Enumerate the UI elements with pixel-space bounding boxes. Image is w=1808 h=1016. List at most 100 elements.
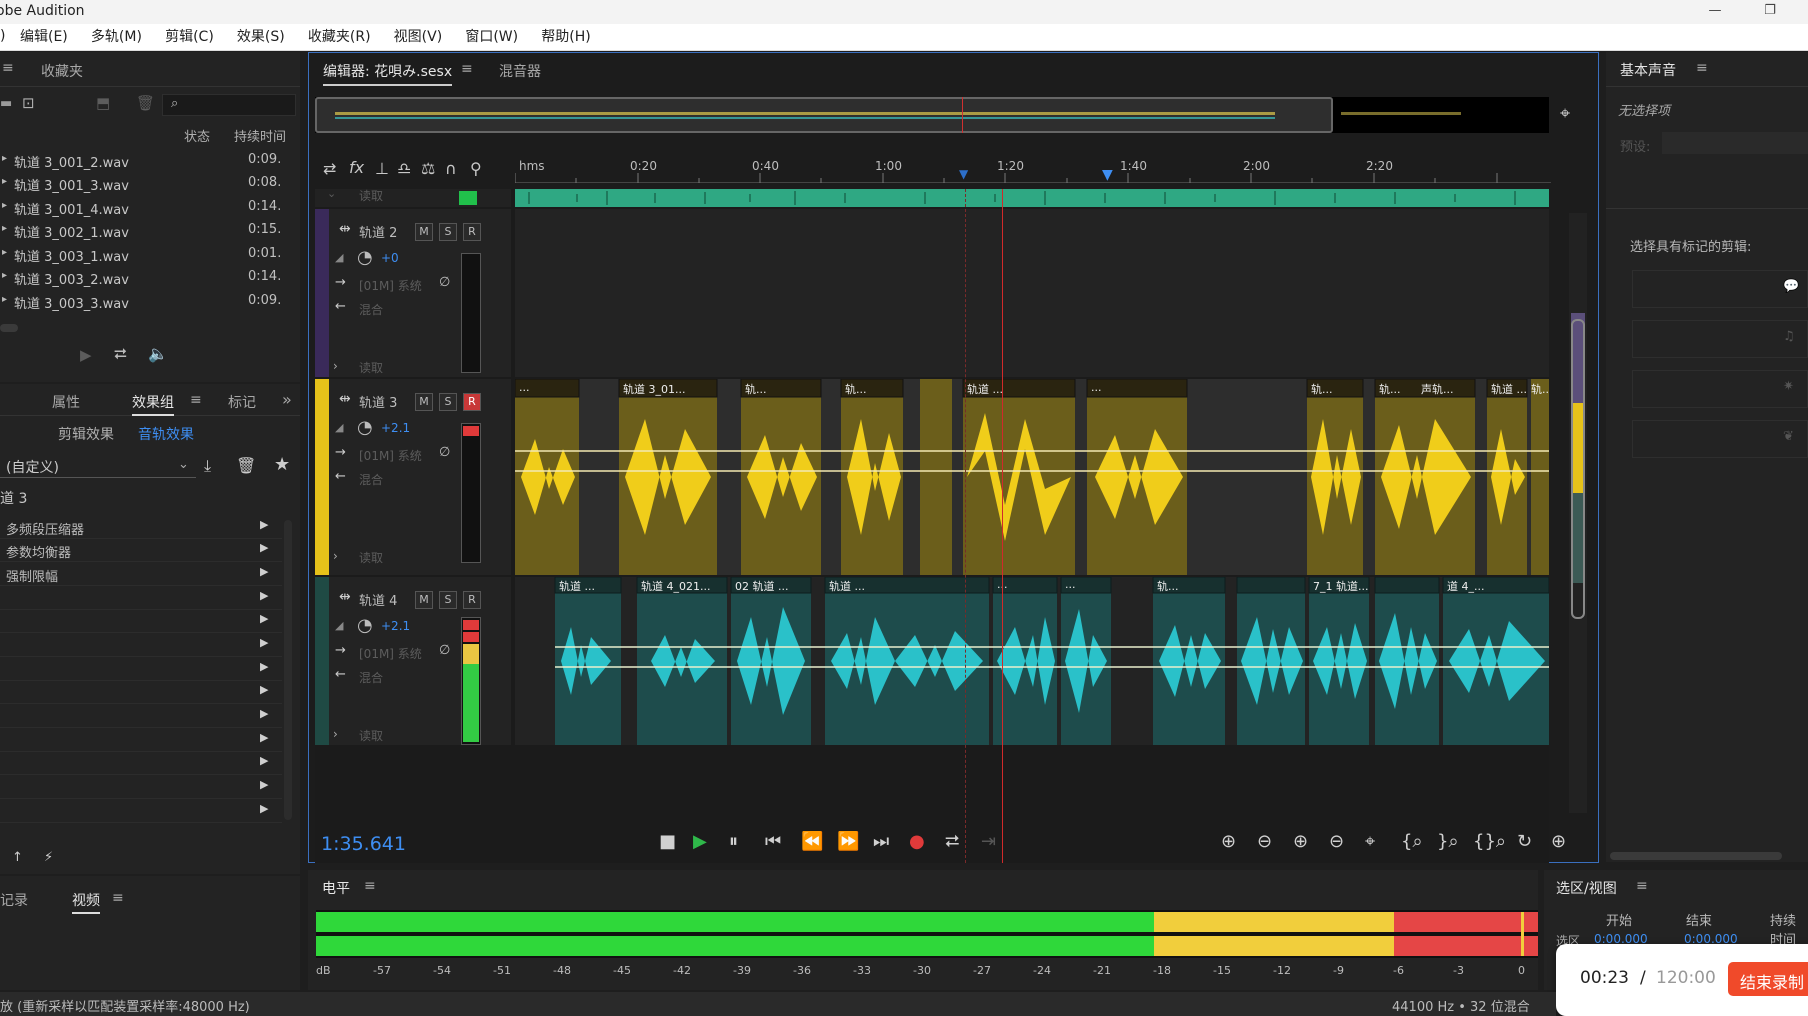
marker-pin-icon[interactable]: ⚲ [470,159,482,178]
menu-edit[interactable]: 编辑(E) [20,24,68,51]
drag-handle-icon[interactable]: ⇹ [339,391,351,407]
trash-icon[interactable]: 🗑 [136,94,155,112]
solo-button[interactable]: S [439,223,457,241]
pause-icon[interactable]: ⏸ [729,831,738,852]
tab-properties[interactable]: 属性 [52,392,80,412]
panel-menu-icon[interactable]: ≡ [190,392,202,408]
effect-slot[interactable]: ▶ [0,610,282,633]
track-name[interactable]: 轨道 4 [359,590,397,609]
clip-label[interactable]: 轨道 ... [967,381,1003,397]
drag-handle-icon[interactable]: ⇹ [339,589,351,605]
clip-label[interactable]: 轨道 4_021... [641,578,710,594]
list-item[interactable]: ▸ 轨道 3_001_2.wav 0:09. [0,150,296,172]
clip[interactable] [515,189,1549,207]
effect-slot[interactable]: ▶ [0,658,282,681]
automation-mode[interactable]: 读取 [359,359,383,376]
scroll-thumb[interactable] [1571,319,1585,619]
clip-label[interactable]: 02 轨道 ... [735,578,788,594]
folder-icon[interactable]: ▬ [0,96,12,111]
overview-navigator[interactable] [315,97,1549,133]
tab-video[interactable]: 视频 [72,890,100,914]
panel-menu-icon[interactable]: ≡ [2,60,14,76]
minimize-button[interactable]: — [1690,0,1740,24]
tab-track-effects[interactable]: 音轨效果 [138,424,194,444]
panel-menu-icon[interactable]: ≡ [1636,878,1648,894]
volume-knob[interactable]: ◔ [357,615,373,636]
tab-editor[interactable]: 编辑器: 花唄み.sesx [323,61,453,86]
effect-slot[interactable]: ▶ [0,587,282,610]
zoom-out-time-icon[interactable]: ⊖ [1329,831,1344,852]
record-arm-button[interactable]: R [463,223,481,241]
menu-effects[interactable]: 效果(S) [237,24,285,51]
save-preset-icon[interactable]: ⤓ [204,456,211,476]
expand-icon[interactable]: › [333,727,338,741]
search-input[interactable]: ⌕ [162,94,296,116]
solo-button[interactable]: S [439,393,457,411]
clip-label[interactable]: 轨道 ... [1491,381,1527,397]
panel-menu-icon[interactable]: ≡ [112,890,124,906]
clip-label[interactable]: 轨道 ... [829,578,865,594]
clip-label[interactable]: 7_1 轨道... [1313,578,1368,594]
input-select[interactable]: [01M] 系统 [359,447,422,464]
phase-icon[interactable]: ∅ [439,643,450,658]
skip-back-icon[interactable]: ⏮ [765,831,781,852]
effect-slot[interactable]: ▶ [0,705,282,728]
input-select[interactable]: [01M] 系统 [359,277,422,294]
list-item[interactable]: ▸ 轨道 3_001_3.wav 0:08. [0,173,296,195]
mute-button[interactable]: M [415,591,433,609]
overview-viewport[interactable] [315,97,1333,133]
clip-label[interactable]: 轨道 3_01... [623,381,685,397]
stop-icon[interactable]: ■ [659,831,676,852]
drag-handle-icon[interactable]: ⇹ [339,221,351,237]
preset-dropdown[interactable] [1662,132,1808,154]
menu-help[interactable]: 帮助(H) [541,24,590,51]
menu-favorites[interactable]: 收藏夹(R) [308,24,371,51]
clip-label[interactable]: 轨... [1311,381,1333,397]
tab-favorites[interactable]: 收藏夹 [41,61,83,81]
panel-menu-icon[interactable]: ≡ [364,878,376,894]
effect-slot[interactable]: 多频段压缩器 ▶ [0,516,282,539]
h-scrollbar[interactable] [1610,852,1782,860]
tab-clip-effects[interactable]: 剪辑效果 [58,424,114,444]
eq-icon[interactable]: ♎ [397,159,411,178]
v-scrollbar[interactable] [284,520,292,820]
output-select[interactable]: 混合 [359,301,383,318]
loop-icon[interactable]: ⮂ [114,344,127,364]
menu-view[interactable]: 视图(V) [394,24,443,51]
record-arm-button[interactable]: R [463,591,481,609]
solo-button[interactable]: S [439,591,457,609]
rewind-icon[interactable]: ⏪ [801,831,823,852]
volume-knob[interactable]: ◔ [357,247,373,268]
output-select[interactable]: 混合 [359,669,383,686]
track-name[interactable]: 轨道 2 [359,222,397,241]
loop-icon[interactable]: ⮂ [945,831,959,852]
output-select[interactable]: 混合 [359,471,383,488]
import-icon[interactable]: ⊡ [22,94,35,112]
clip-label[interactable]: 声轨... [1421,381,1454,397]
zoom-out-amplitude-icon[interactable]: ⊖ [1257,831,1272,852]
ambience-button[interactable]: ❦ [1632,420,1808,458]
effect-slot[interactable]: ▶ [0,752,282,775]
power-icon[interactable]: ⚡ [44,850,53,865]
favorite-icon[interactable]: ★ [274,454,290,475]
phase-icon[interactable]: ∅ [439,275,450,290]
zoom-tracks-icon[interactable]: ⊕ [1551,831,1566,852]
skip-forward-icon[interactable]: ⏭ [873,831,889,852]
tab-mixer[interactable]: 混音器 [499,61,541,81]
zoom-out-point-icon[interactable]: {}⌕ [1473,831,1506,852]
list-item[interactable]: ▸ 轨道 3_003_3.wav 0:09. [0,291,296,313]
playhead-icon[interactable]: ▼ [1102,167,1113,183]
clip-label[interactable]: 轨道 ... [559,578,595,594]
track-lane[interactable] [515,209,1549,377]
panel-menu-icon[interactable]: ≡ [461,61,473,77]
menu-window[interactable]: 窗口(W) [465,24,518,51]
automation-icon[interactable]: ⚖ [421,159,435,178]
end-recording-button[interactable]: 结束录制 [1728,962,1808,996]
effect-slot[interactable]: ▶ [0,800,282,823]
zoom-fit-icon[interactable]: ⌖ [1560,103,1570,124]
input-select[interactable]: [01M] 系统 [359,645,422,662]
clip-label[interactable]: ... [519,381,530,394]
sfx-button[interactable]: ✷ [1632,370,1808,408]
zoom-in-point-icon[interactable]: }⌕ [1437,831,1459,852]
clip-label[interactable]: 轨... [1531,381,1549,397]
